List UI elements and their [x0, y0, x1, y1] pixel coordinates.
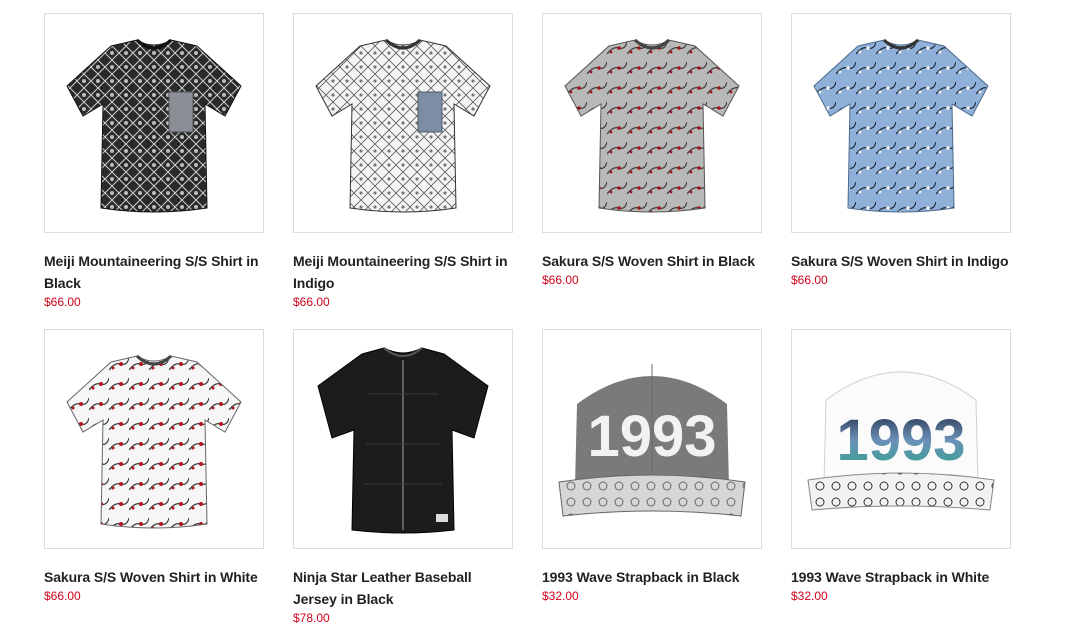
shirt-blue-sakura-image — [813, 38, 989, 213]
product-price: $78.00 — [293, 611, 330, 625]
product-title[interactable]: Sakura S/S Woven Shirt in White — [44, 566, 264, 588]
cap-logo-text: 1993 — [836, 408, 965, 473]
product-card[interactable]: Sakura S/S Woven Shirt in White $66.00 — [44, 329, 264, 604]
shirt-white-sakura-image — [66, 354, 242, 529]
product-card[interactable]: Meiji Mountaineering S/S Shirt in Indigo… — [293, 13, 513, 310]
product-price: $32.00 — [542, 589, 579, 603]
product-card[interactable]: 1993 1993 Wave Strapback in Black $32.00 — [542, 329, 762, 604]
product-price: $32.00 — [791, 589, 828, 603]
product-card[interactable]: Meiji Mountaineering S/S Shirt in Black … — [44, 13, 264, 310]
shirt-grey-sakura-image — [564, 38, 740, 213]
product-price: $66.00 — [293, 295, 330, 309]
product-card[interactable]: 1993 1993 Wave Strapback in White $32.00 — [791, 329, 1011, 604]
product-title[interactable]: 1993 Wave Strapback in Black — [542, 566, 762, 588]
grey-cap-1993-image: 1993 — [558, 364, 746, 517]
product-image-link[interactable] — [293, 13, 513, 233]
product-image-link[interactable] — [44, 329, 264, 549]
product-image-link[interactable]: 1993 — [791, 329, 1011, 549]
white-cap-1993-image: 1993 — [807, 371, 995, 511]
product-image-link[interactable] — [791, 13, 1011, 233]
cap-logo-text: 1993 — [587, 404, 716, 469]
product-title[interactable]: Sakura S/S Woven Shirt in Indigo — [791, 250, 1011, 272]
product-card[interactable]: Ninja Star Leather Baseball Jersey in Bl… — [293, 329, 513, 626]
product-price: $66.00 — [44, 589, 81, 603]
shirt-white-geometric-image — [315, 38, 491, 213]
product-price: $66.00 — [791, 273, 828, 287]
product-price: $66.00 — [44, 295, 81, 309]
product-title[interactable]: Ninja Star Leather Baseball Jersey in Bl… — [293, 566, 513, 610]
product-image-link[interactable] — [293, 329, 513, 549]
product-image-link[interactable] — [542, 13, 762, 233]
product-title[interactable]: Sakura S/S Woven Shirt in Black — [542, 250, 762, 272]
product-title[interactable]: Meiji Mountaineering S/S Shirt in Indigo — [293, 250, 513, 294]
black-leather-jersey-image — [317, 347, 489, 534]
product-image-link[interactable] — [44, 13, 264, 233]
product-title[interactable]: 1993 Wave Strapback in White — [791, 566, 1011, 588]
product-card[interactable]: Sakura S/S Woven Shirt in Black $66.00 — [542, 13, 762, 288]
product-card[interactable]: Sakura S/S Woven Shirt in Indigo $66.00 — [791, 13, 1011, 288]
product-title[interactable]: Meiji Mountaineering S/S Shirt in Black — [44, 250, 264, 294]
product-image-link[interactable]: 1993 — [542, 329, 762, 549]
product-price: $66.00 — [542, 273, 579, 287]
shirt-black-geometric-image — [66, 38, 242, 213]
